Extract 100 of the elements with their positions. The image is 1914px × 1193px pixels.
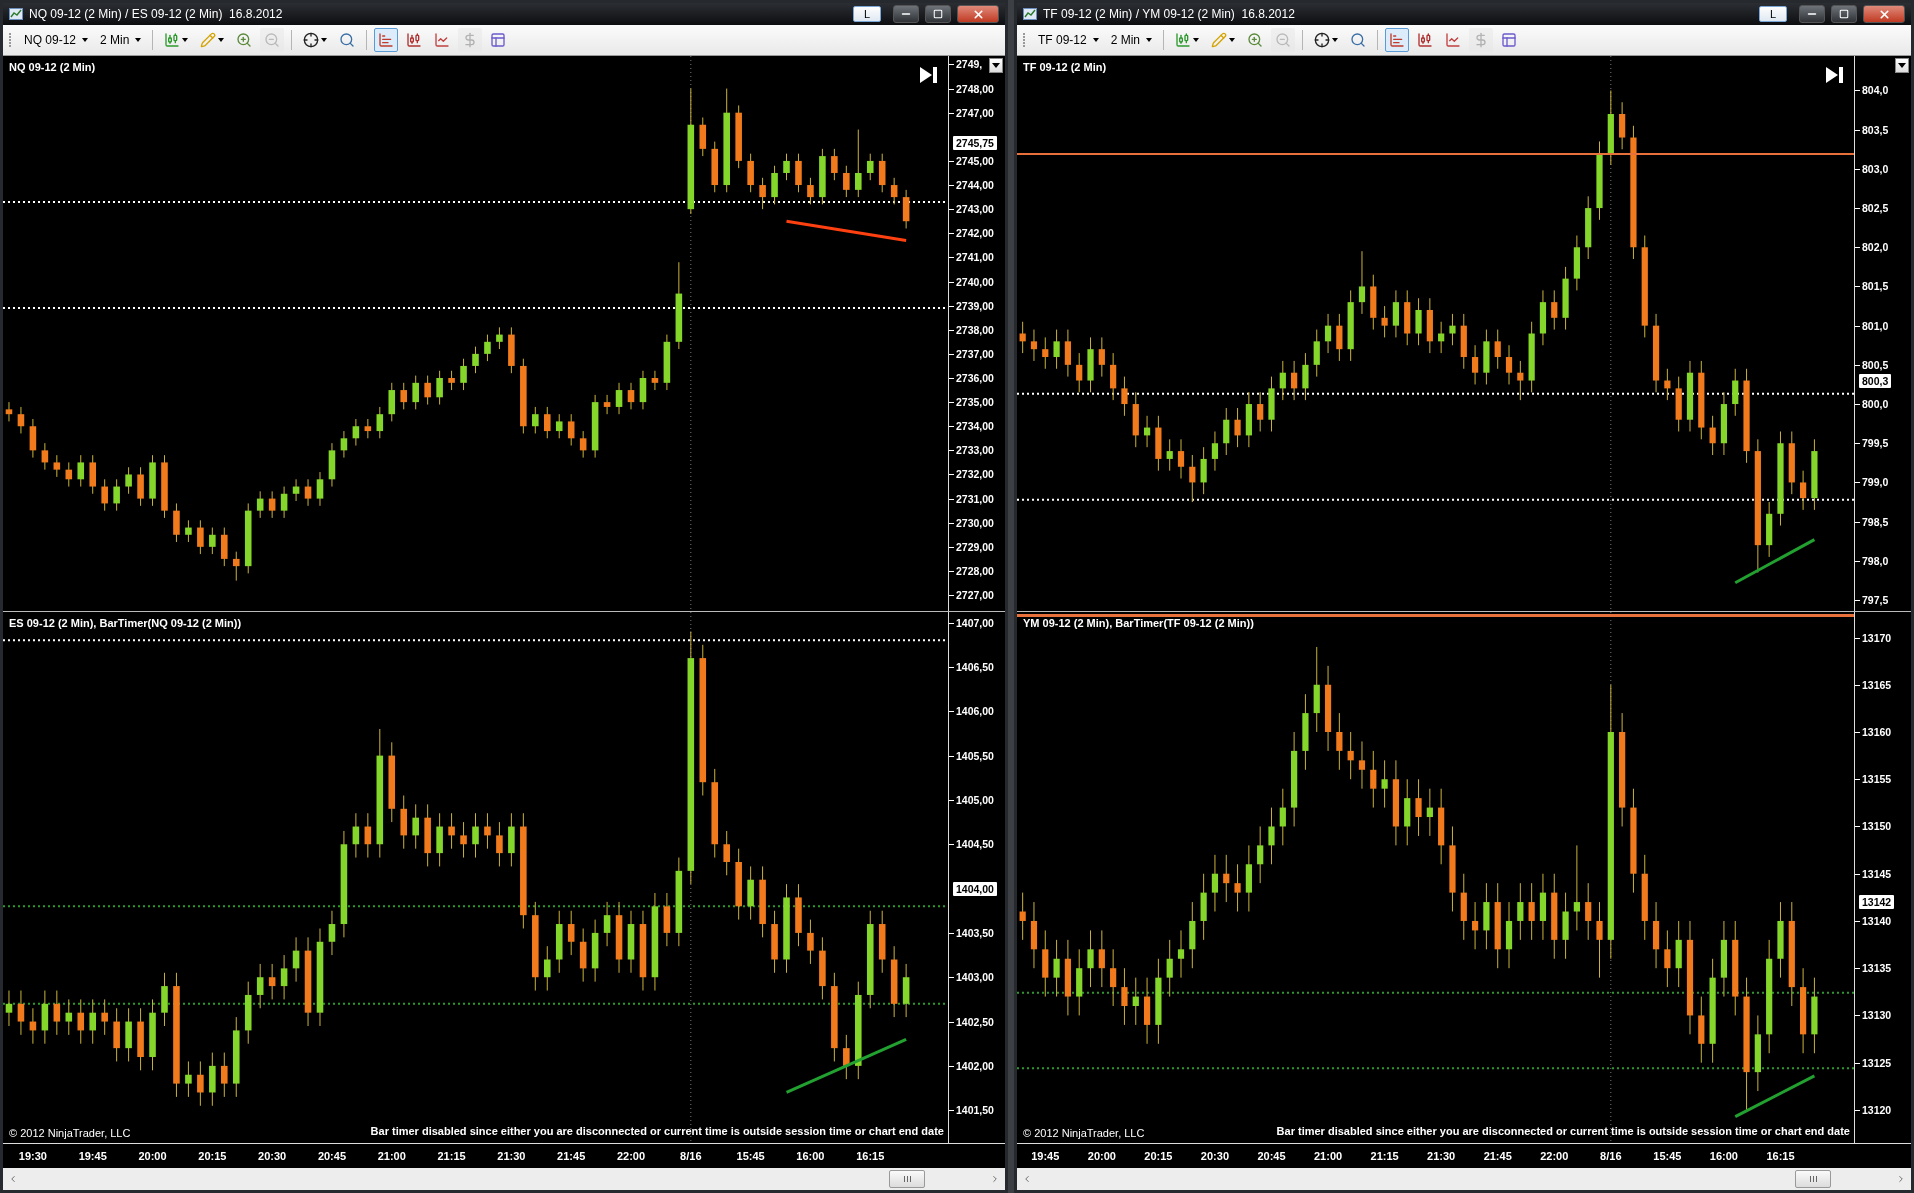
axis-label: 16:15 <box>1766 1150 1795 1162</box>
axis-label: 19:30 <box>18 1150 47 1162</box>
axis-label: 21:30 <box>1427 1150 1456 1162</box>
instrument-dropdown[interactable]: TF 09-12 <box>1034 31 1103 49</box>
price-marker: 800,3 <box>1859 373 1892 388</box>
axis-label: 2747,00 <box>949 106 994 119</box>
axis-label: 21:00 <box>377 1150 406 1162</box>
status-message: Bar timer disabled since either you are disconnected or current time is outside session time or chart end date <box>370 1125 944 1137</box>
axis-label: 800,5 <box>1855 358 1889 371</box>
status-message: Bar timer disabled since either you are disconnected or current time is outside session time or chart end date <box>1276 1125 1850 1137</box>
interval-dropdown[interactable]: 2 Min <box>1106 31 1157 49</box>
axis-label: 799,5 <box>1855 437 1889 450</box>
axis-label: 16:15 <box>856 1150 885 1162</box>
axis-label: 2728,00 <box>949 564 994 577</box>
axis-label: 804,0 <box>1855 84 1889 97</box>
axis-label: 21:00 <box>1314 1150 1343 1162</box>
axis-label: 800,0 <box>1855 398 1889 411</box>
axis-label: 2744,00 <box>949 179 994 192</box>
axis-label: 13140 <box>1855 914 1892 927</box>
axis-label: 801,5 <box>1855 280 1889 293</box>
layout-button[interactable]: L <box>1759 6 1787 22</box>
axis-label: 2740,00 <box>949 275 994 288</box>
axis-label: 16:00 <box>1709 1150 1738 1162</box>
axis-label: 13150 <box>1855 820 1892 833</box>
axis-label: 797,5 <box>1855 594 1889 606</box>
axis-label: 19:45 <box>1031 1150 1060 1162</box>
axis-label: 801,0 <box>1855 319 1889 332</box>
copyright-text: © 2012 NinjaTrader, LLC <box>1023 1127 1145 1139</box>
axis-label: 22:00 <box>616 1150 646 1162</box>
axis-label: 799,0 <box>1855 476 1889 489</box>
axis-label: 20:45 <box>1257 1150 1286 1162</box>
axis-label: 13165 <box>1855 678 1892 691</box>
axis-label: 1405,50 <box>949 749 994 762</box>
axis-label: 13125 <box>1855 1056 1892 1069</box>
axis-label: 8/16 <box>1600 1150 1622 1162</box>
axis-label: 2743,00 <box>949 203 994 216</box>
axis-label: 21:30 <box>497 1150 526 1162</box>
axis-label: 19:45 <box>78 1150 107 1162</box>
window-title: NQ 09-12 (2 Min) / ES 09-12 (2 Min) 16.8.2012 <box>29 7 284 21</box>
axis-label: 20:00 <box>138 1150 167 1162</box>
axis-label: 803,5 <box>1855 123 1889 136</box>
layout-button[interactable]: L <box>853 6 881 22</box>
axis-label: 803,0 <box>1855 162 1889 175</box>
axis-label: 2739,00 <box>949 299 994 312</box>
axis-label: 2727,00 <box>949 589 994 602</box>
axis-label: 798,5 <box>1855 515 1889 528</box>
chart-title: YM 09-12 (2 Min), BarTimer(TF 09-12 (2 Min)) <box>1023 617 1254 629</box>
axis-label: 1403,00 <box>949 971 994 984</box>
price-marker: 13142 <box>1859 895 1895 910</box>
chart-title: TF 09-12 (2 Min) <box>1023 61 1107 73</box>
price-marker: 2745,75 <box>953 135 997 150</box>
axis-label: 2741,00 <box>949 251 994 264</box>
axis-label: 1405,00 <box>949 793 994 806</box>
copyright-text: © 2012 NinjaTrader, LLC <box>9 1127 131 1139</box>
axis-label: 1404,50 <box>949 838 994 851</box>
axis-label: 2742,00 <box>949 227 994 240</box>
axis-label: 2736,00 <box>949 372 994 384</box>
axis-label: 22:00 <box>1540 1150 1569 1162</box>
axis-label: 21:15 <box>437 1150 466 1162</box>
axis-label: 20:15 <box>1144 1150 1173 1162</box>
axis-label: 1401,50 <box>949 1104 994 1117</box>
axis-label: 21:15 <box>1370 1150 1399 1162</box>
axis-label: 15:45 <box>1653 1150 1682 1162</box>
axis-label: 2748,00 <box>949 82 994 95</box>
axis-label: 20:15 <box>198 1150 227 1162</box>
axis-label: 2730,00 <box>949 516 994 529</box>
interval-dropdown[interactable]: 2 Min <box>96 31 146 49</box>
axis-label: 2738,00 <box>949 323 994 336</box>
axis-label: 802,5 <box>1855 202 1889 215</box>
axis-label: 21:45 <box>1483 1150 1512 1162</box>
axis-label: 16:00 <box>796 1150 825 1162</box>
axis-label: 2749, <box>949 58 983 71</box>
axis-label: 2734,00 <box>949 420 994 433</box>
axis-label: 2735,00 <box>949 396 994 409</box>
axis-label: 21:45 <box>557 1150 586 1162</box>
axis-label: 13120 <box>1855 1103 1892 1116</box>
axis-label: 1402,00 <box>949 1059 994 1072</box>
instrument-dropdown[interactable]: NQ 09-12 <box>20 31 93 49</box>
chart-title: NQ 09-12 (2 Min) <box>9 61 96 73</box>
window-title: TF 09-12 (2 Min) / YM 09-12 (2 Min) 16.8.2012 <box>1043 7 1296 21</box>
axis-label: 1407,00 <box>949 616 994 629</box>
axis-label: 13135 <box>1855 962 1892 975</box>
axis-label: 2729,00 <box>949 540 994 553</box>
axis-label: 13130 <box>1855 1009 1892 1022</box>
axis-label: 798,0 <box>1855 554 1889 567</box>
axis-label: 2732,00 <box>949 468 994 481</box>
axis-label: 2731,00 <box>949 492 994 505</box>
axis-label: 13145 <box>1855 867 1892 880</box>
axis-label: 2737,00 <box>949 347 994 360</box>
axis-label: 8/16 <box>680 1150 702 1162</box>
price-marker: 1404,00 <box>953 881 997 896</box>
chart-title: ES 09-12 (2 Min), BarTimer(NQ 09-12 (2 Min)) <box>9 617 242 629</box>
axis-label: 20:30 <box>258 1150 287 1162</box>
axis-label: 2745,00 <box>949 154 994 167</box>
axis-label: 20:00 <box>1087 1150 1116 1162</box>
axis-label: 20:45 <box>317 1150 346 1162</box>
axis-label: 20:30 <box>1200 1150 1229 1162</box>
axis-label: 13160 <box>1855 726 1892 738</box>
axis-label: 1403,50 <box>949 926 994 939</box>
axis-label: 13170 <box>1855 631 1892 644</box>
